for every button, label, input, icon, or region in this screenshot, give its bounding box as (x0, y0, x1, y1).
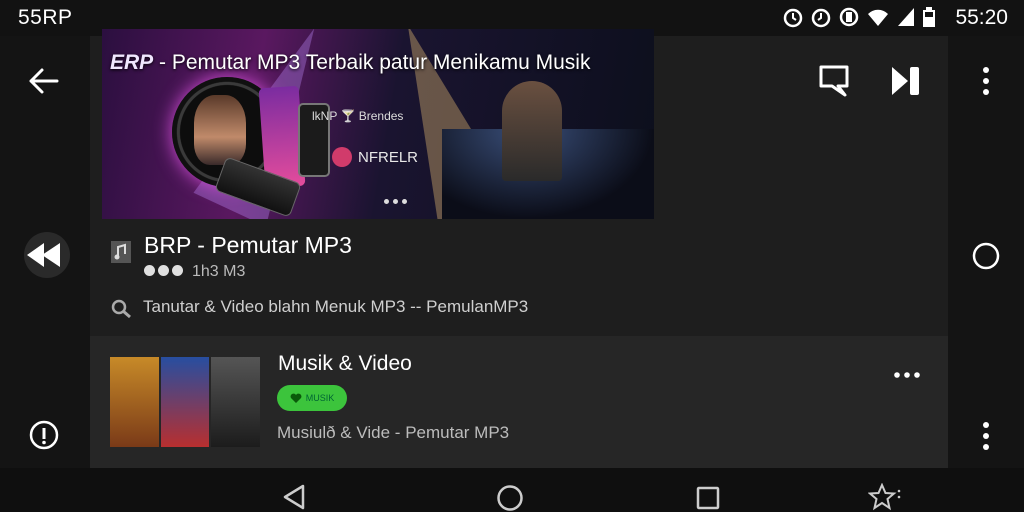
rewind-button[interactable] (22, 232, 72, 278)
banner-brand: ERP (110, 51, 154, 74)
system-nav-bar (0, 468, 1024, 512)
star-icon (868, 483, 901, 511)
select-radio[interactable] (970, 240, 1002, 272)
info-button[interactable] (29, 420, 59, 450)
triangle-back-icon (283, 484, 305, 510)
wifi-icon (868, 9, 888, 26)
square-icon (696, 486, 720, 510)
more-vertical-icon (983, 67, 989, 95)
card-thumbnail[interactable] (110, 357, 261, 447)
info-icon (29, 420, 59, 450)
comment-button[interactable] (818, 64, 852, 98)
status-icons (782, 6, 936, 28)
banner-title-text: - Pemutar MP3 Terbaik patur Menikamu Mus… (159, 51, 591, 74)
thumb-artist-3 (211, 357, 261, 447)
banner-logo-text: NFRELR (358, 148, 419, 166)
overflow-menu-button[interactable] (976, 64, 996, 98)
more-horizontal-icon (894, 372, 920, 378)
heart-icon (290, 393, 302, 403)
card-more-button[interactable] (892, 368, 922, 382)
arrow-left-icon (29, 68, 59, 94)
artist-image (194, 95, 246, 165)
hero-banner[interactable]: ERP - Pemutar MP3 Terbaik patur Menikamu… (102, 29, 654, 219)
more-vertical-icon (983, 422, 989, 450)
banner-pager[interactable] (384, 199, 407, 204)
app-meta: 1h3 M3 (144, 263, 245, 281)
carrier-label: 55RP (18, 6, 73, 29)
card-subtitle: Musiulð & Vide - Pemutar MP3 (277, 423, 510, 442)
rewind-icon (24, 232, 70, 278)
favorite-button[interactable] (868, 483, 902, 511)
rating-dots (144, 263, 186, 281)
banner-mini-text: lkNP 🍸 Brendes (312, 109, 404, 123)
home-circle-icon (497, 485, 523, 511)
nav-home-button[interactable] (496, 484, 524, 512)
signal-icon (898, 8, 914, 26)
card-badge-text: MUSIK (305, 393, 335, 403)
alarm-icon (783, 8, 803, 28)
app-meta-text: 1h3 M3 (192, 263, 246, 280)
card-overflow-side-button[interactable] (976, 419, 996, 453)
battery-icon (923, 7, 935, 27)
card-badge: MUSIK (277, 385, 347, 411)
thumb-artist-2 (160, 357, 210, 447)
music-file-icon (110, 240, 132, 264)
nav-back-button[interactable] (282, 484, 306, 510)
play-next-button[interactable] (890, 64, 922, 98)
comment-icon (819, 65, 849, 97)
banner-title: ERP - Pemutar MP3 Terbaik patur Menikamu… (110, 51, 590, 75)
app-title: BRP - Pemutar MP3 (144, 232, 352, 258)
alarm-icon (811, 8, 831, 28)
card-title: Musik & Video (278, 352, 412, 375)
circle-icon (972, 242, 1000, 270)
vibrate-icon (839, 7, 859, 27)
app-description: Tanutar & Video blahn Menuk MP3 -- Pemul… (143, 297, 529, 316)
search-icon (111, 299, 133, 319)
guitarist-image (502, 81, 562, 181)
logo-dot-icon (332, 147, 352, 167)
nav-recents-button[interactable] (696, 486, 720, 510)
clock: 55:20 (955, 6, 1008, 29)
skip-icon (892, 67, 919, 95)
thumb-artist-1 (110, 357, 159, 447)
banner-logo: NFRELR (332, 147, 418, 167)
back-button[interactable] (28, 66, 60, 96)
